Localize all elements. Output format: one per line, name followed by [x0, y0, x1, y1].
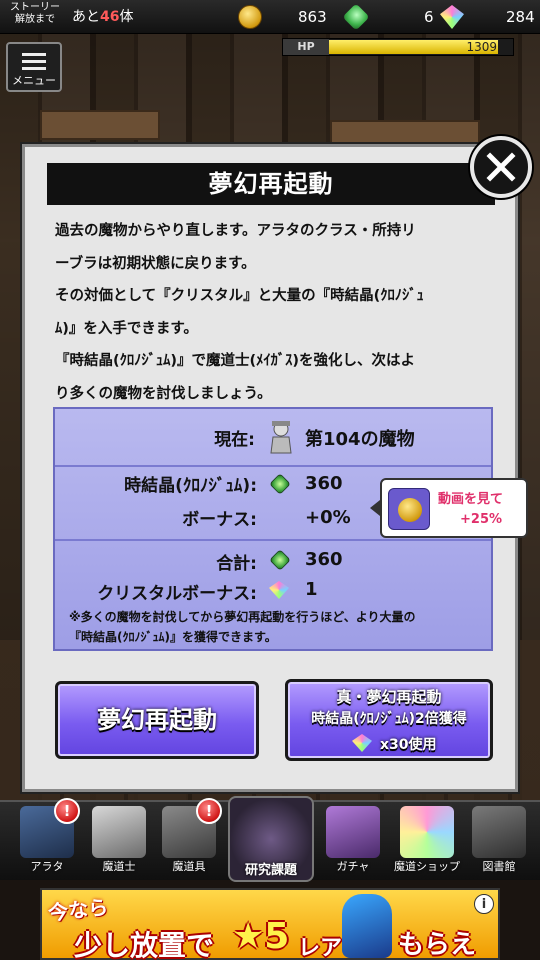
ad-text-rare: レア	[298, 936, 343, 960]
ad-info-icon[interactable]: i	[474, 894, 494, 914]
nav-item-arata[interactable]: ! アラタ	[14, 798, 80, 876]
total-value: 360	[305, 549, 343, 570]
ad-text-idle: 少し放置で	[74, 929, 215, 960]
current-label: 現在:	[214, 430, 255, 450]
gold-coin-icon	[238, 5, 262, 29]
nav-item-mage[interactable]: 魔道士	[86, 804, 152, 876]
story-prefix: あと	[72, 9, 100, 25]
gem-value: 284	[506, 8, 535, 26]
story-num: 46	[100, 9, 120, 25]
description-line: その対価として『クリスタル』と大量の『時結晶(ｸﾛﾉｼﾞｭ	[55, 288, 424, 304]
hp-label: HP	[283, 39, 329, 55]
nav-label: 図書館	[482, 860, 516, 873]
ad-text-get: もらえる!	[398, 930, 477, 960]
nav-label: 研究課題	[244, 863, 297, 878]
nav-label: 魔道具	[172, 860, 206, 873]
story-label-line2: 解放まで	[15, 14, 55, 25]
gacha-icon	[326, 806, 380, 858]
chronogium-value: 360	[305, 473, 343, 494]
nav-item-magic-tools[interactable]: ! 魔道具	[156, 798, 222, 876]
cards-icon	[92, 806, 146, 858]
crystal-bonus-label: クリスタルボーナス:	[97, 584, 257, 604]
notification-badge: !	[196, 798, 222, 824]
info-note: ※多くの魔物を討伐してから夢幻再起動を行うほど、より大量の 『時結晶(ｸﾛﾉｼﾞ…	[69, 607, 489, 647]
top-status-bar: ストーリー 解放まで あと46体 863 6 284	[0, 0, 540, 34]
rainbow-gem-icon	[352, 734, 372, 752]
gem-resource: 284	[440, 5, 535, 29]
dialog-description: 過去の魔物からやり直します。アラタのクラス・所持リ ーブラは初期状態に戻ります。…	[55, 215, 495, 410]
eye-of-horus-icon	[472, 806, 526, 858]
nav-label: アラタ	[30, 860, 64, 873]
coin-bag-icon	[388, 488, 430, 530]
bonus-value: +0%	[305, 507, 351, 528]
nav-item-magic-shop[interactable]: 魔道ショップ	[394, 804, 460, 876]
description-line: ﾑ)』を入手できます。	[55, 320, 198, 337]
background-shelf	[330, 120, 480, 144]
nav-item-research[interactable]: 研究課題	[228, 796, 314, 882]
rainbow-gem-icon	[440, 5, 464, 29]
watch-video-bonus-button[interactable]: 動画を見て +25%	[370, 478, 528, 538]
nav-label: 魔道士	[102, 860, 136, 873]
hp-value: 1309	[466, 40, 497, 54]
nav-label: ガチャ	[336, 860, 370, 873]
info-divider	[55, 465, 491, 467]
chronogium-resource: 6	[342, 3, 434, 31]
description-line: 『時結晶(ｸﾛﾉｼﾞｭﾑ)』で魔道士(ﾒｲｶﾞｽ)を強化し、次はよ	[55, 353, 416, 369]
nav-item-library[interactable]: 図書館	[466, 804, 532, 876]
background-shelf	[40, 110, 160, 140]
total-label: 合計:	[216, 554, 257, 574]
reboot-dialog: 夢幻再起動 過去の魔物からやり直します。アラタのクラス・所持リ ーブラは初期状態…	[20, 142, 520, 794]
chronogium-cube-icon	[269, 473, 291, 495]
bonus-label: ボーナス:	[182, 510, 257, 530]
gold-value: 863	[298, 8, 327, 26]
story-remaining-count: あと46体	[72, 6, 133, 26]
true-reboot-subtitle: 時結晶(ｸﾛﾉｼﾞｭﾑ)2倍獲得	[311, 711, 467, 727]
ad-text-now: 今なら	[47, 894, 110, 926]
notification-badge: !	[54, 798, 80, 824]
menu-label: メニュー	[12, 74, 56, 87]
crystal-bonus-value: 1	[305, 579, 318, 600]
description-line: 過去の魔物からやり直します。アラタのクラス・所持リ	[55, 223, 416, 239]
nav-label: 魔道ショップ	[394, 860, 460, 873]
chronogium-value: 6	[424, 8, 434, 26]
description-line: ーブラは初期状態に戻ります。	[55, 255, 256, 272]
current-value: 第104の魔物	[305, 429, 415, 450]
video-bonus-label: 動画を見て	[438, 492, 504, 507]
video-bonus-value: +25%	[460, 512, 503, 527]
menu-button[interactable]: メニュー	[6, 42, 62, 92]
note-line: 『時結晶(ｸﾛﾉｼﾞｭﾑ)』を獲得できます。	[69, 630, 277, 644]
dialog-title: 夢幻再起動	[47, 163, 495, 205]
menu-icon	[22, 53, 46, 71]
nav-item-gacha[interactable]: ガチャ	[320, 804, 386, 876]
monster-icon	[270, 421, 292, 454]
true-reboot-button[interactable]: 真・夢幻再起動 時結晶(ｸﾛﾉｼﾞｭﾑ)2倍獲得 x30使用	[285, 679, 493, 761]
rainbow-gem-icon	[269, 581, 289, 599]
close-button[interactable]	[470, 136, 532, 198]
chronogium-cube-icon	[342, 3, 370, 31]
chronogium-cube-icon	[269, 549, 291, 571]
story-suffix: 体	[119, 9, 134, 25]
info-divider	[55, 539, 491, 541]
note-line: ※多くの魔物を討伐してから夢幻再起動を行うほど、より大量の	[69, 610, 416, 624]
true-reboot-cost: x30使用	[380, 737, 437, 753]
hp-bar: HP 1309	[282, 38, 514, 56]
reboot-button[interactable]: 夢幻再起動	[55, 681, 259, 759]
story-unlock-label: ストーリー 解放まで	[3, 2, 67, 26]
true-reboot-title: 真・夢幻再起動	[336, 688, 442, 706]
story-label-line1: ストーリー	[10, 2, 60, 13]
ad-character-image	[342, 894, 392, 958]
gem-shop-icon	[400, 806, 454, 858]
ad-text-star5: ★5	[232, 916, 290, 957]
description-line: り多くの魔物を討伐しましょう。	[55, 385, 272, 402]
gold-resource: 863	[238, 5, 327, 29]
ad-banner[interactable]: 今なら 少し放置で ★5 レア もらえる! i	[40, 888, 500, 960]
chronogium-label: 時結晶(ｸﾛﾉｼﾞｭﾑ):	[124, 476, 257, 496]
